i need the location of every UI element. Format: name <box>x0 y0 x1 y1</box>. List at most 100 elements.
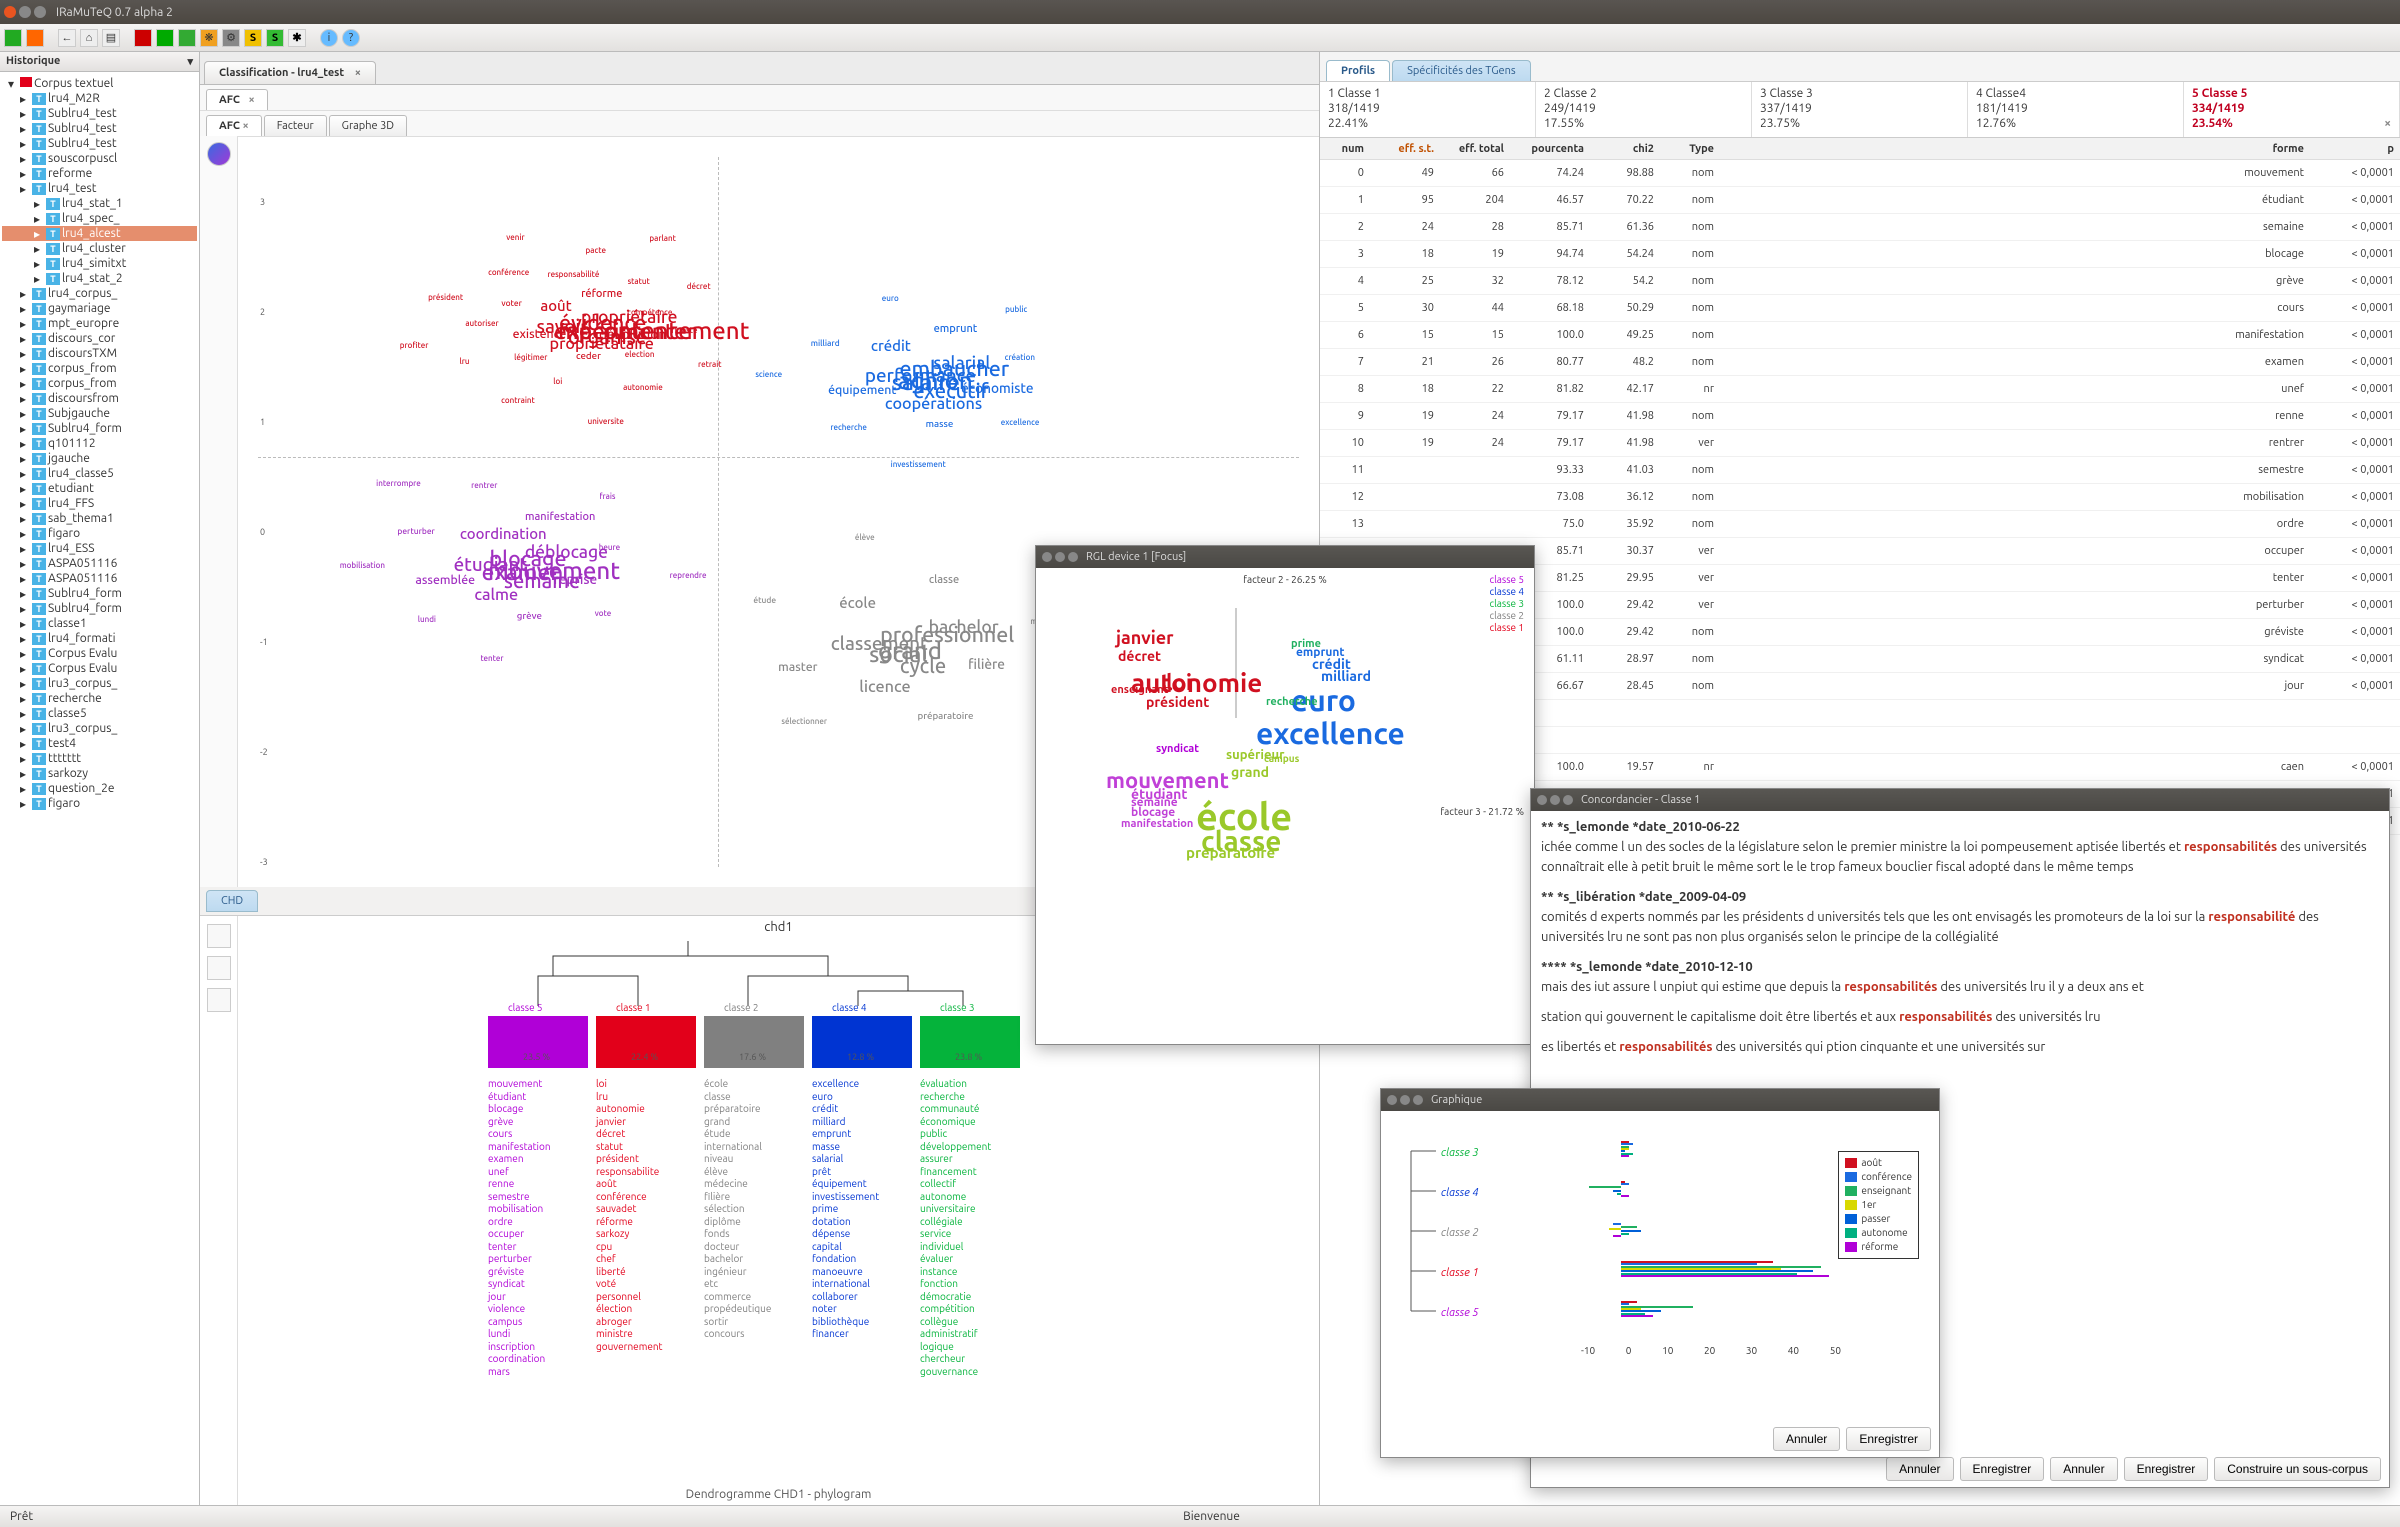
tree-item[interactable]: ▸TSublru4_test <box>2 136 197 151</box>
tree-item[interactable]: ▸Tcorpus_from <box>2 376 197 391</box>
plot-word[interactable]: euro <box>882 294 899 303</box>
bar[interactable] <box>1609 1228 1621 1230</box>
table-row[interactable]: 1193.3341.03nomsemestre< 0,0001 <box>1320 457 2400 484</box>
plot-word[interactable]: étudiant <box>454 553 527 575</box>
plot-word[interactable]: voter <box>501 298 522 308</box>
table-row[interactable]: 10192479.1741.98verrentrer< 0,0001 <box>1320 430 2400 457</box>
tab-classification[interactable]: Classification - lru4_test × <box>204 61 376 84</box>
plot-word[interactable]: retrait <box>698 360 722 369</box>
plot-word[interactable]: public <box>1005 305 1027 314</box>
plot-word[interactable]: août <box>540 297 571 314</box>
plot-word[interactable]: bachelor <box>929 618 999 637</box>
rgl-word[interactable]: décret <box>1118 648 1161 664</box>
plot-word[interactable]: coordination <box>460 525 547 542</box>
plot-word[interactable]: statut <box>628 277 650 286</box>
plot-word[interactable]: manifestation <box>525 511 595 523</box>
table-row[interactable]: 4253278.1254.2nomgrève< 0,0001 <box>1320 268 2400 295</box>
tree-item[interactable]: ▸Tetudiant <box>2 481 197 496</box>
close-icon[interactable] <box>4 6 16 18</box>
plot-word[interactable]: création <box>1005 353 1035 362</box>
tree-item[interactable]: ▸Tlru4_stat_2 <box>2 271 197 286</box>
tree-item[interactable]: ▸TCorpus Evalu <box>2 661 197 676</box>
rgl-canvas[interactable]: classe 5classe 4classe 3classe 2classe 1… <box>1036 568 1534 1044</box>
table-row[interactable]: 7212680.7748.2nomexamen< 0,0001 <box>1320 349 2400 376</box>
table-row[interactable]: 2242885.7161.36nomsemaine< 0,0001 <box>1320 214 2400 241</box>
s-icon[interactable]: S <box>244 29 262 47</box>
concord-body[interactable]: ** *s_lemonde *date_2010-06-22ichée comm… <box>1531 811 2389 1073</box>
rgl-word[interactable]: préparatoire <box>1186 844 1275 861</box>
plot-word[interactable]: assemblée <box>415 574 475 587</box>
rgl-word[interactable]: campus <box>1264 753 1299 764</box>
tree-item[interactable]: ▸Tmpt_europre <box>2 316 197 331</box>
toolbar-btn-1[interactable] <box>4 29 22 47</box>
plot-word[interactable]: masse <box>926 418 954 429</box>
class-tab[interactable]: 1 Classe 1318/141922.41% <box>1320 82 1536 137</box>
tree-item[interactable]: ▸Tlru4_corpus_ <box>2 286 197 301</box>
tree-item[interactable]: ▸Tlru4_FFS <box>2 496 197 511</box>
plot-word[interactable]: responsabilité <box>547 270 599 279</box>
afc-tab[interactable]: Facteur <box>264 115 327 136</box>
plot-word[interactable]: lundi <box>418 615 436 624</box>
rgl-word[interactable]: recherche <box>1266 696 1318 708</box>
class-tab[interactable]: 5 Classe 5334/141923.54% × <box>2184 82 2400 137</box>
plot-word[interactable]: heure <box>599 543 620 552</box>
s2-icon[interactable]: S <box>266 29 284 47</box>
table-row[interactable]: 8182281.8242.17nrunef< 0,0001 <box>1320 376 2400 403</box>
minimize-icon[interactable] <box>19 6 31 18</box>
rgl-titlebar[interactable]: RGL device 1 [Focus] <box>1036 546 1534 568</box>
subtab-afc[interactable]: AFC × <box>206 89 268 110</box>
maximize-icon[interactable] <box>34 6 46 18</box>
bar[interactable] <box>1621 1315 1653 1317</box>
class-tab[interactable]: 3 Classe 3337/141923.75% <box>1752 82 1968 137</box>
plot-word[interactable]: master <box>778 661 817 674</box>
concord-titlebar[interactable]: Concordancier - Classe 1 <box>1531 789 2389 811</box>
plot-word[interactable]: excellence <box>1001 418 1040 427</box>
panel-menu-icon[interactable]: ▾ <box>187 55 193 68</box>
chd-tab[interactable]: CHD <box>206 890 258 912</box>
plot-word[interactable]: classe <box>929 574 959 586</box>
tree-item[interactable]: ▸Tdiscours_cor <box>2 331 197 346</box>
plot-word[interactable]: salarial <box>933 354 990 373</box>
tree-item[interactable]: ▸Tcorpus_from <box>2 361 197 376</box>
rgl-word[interactable]: enseignant <box>1111 684 1168 696</box>
afc-tab[interactable]: AFC × <box>206 115 262 136</box>
concord-btn[interactable]: Annuler <box>2050 1457 2117 1481</box>
rgl-word[interactable]: prime <box>1291 638 1321 650</box>
tree-item[interactable]: ▸TSublru4_test <box>2 106 197 121</box>
plot-word[interactable]: étude <box>753 595 776 605</box>
tree-item[interactable]: ▸Tlru4_classe5 <box>2 466 197 481</box>
plot-word[interactable]: science <box>755 370 782 379</box>
tree-root[interactable]: ▾Corpus textuel <box>2 76 197 91</box>
tree-item[interactable]: ▸Tsarkozy <box>2 766 197 781</box>
bar[interactable] <box>1621 1275 1829 1277</box>
tab-close-icon[interactable]: × <box>355 67 361 79</box>
rgl-word[interactable]: syndicat <box>1156 743 1199 755</box>
plot-word[interactable]: rentrer <box>471 481 497 490</box>
tree-item[interactable]: ▸Tsouscorpuscl <box>2 151 197 166</box>
plot-word[interactable]: grève <box>517 610 542 621</box>
plot-word[interactable]: lru <box>460 357 470 366</box>
tree-item[interactable]: ▸Tlru4_stat_1 <box>2 196 197 211</box>
plot-word[interactable]: milliard <box>811 338 840 348</box>
tree-item[interactable]: ▸TCorpus Evalu <box>2 646 197 661</box>
table-row[interactable]: 0496674.2498.88nommouvement< 0,0001 <box>1320 160 2400 187</box>
rgl-word[interactable]: président <box>1146 694 1209 710</box>
plot-word[interactable]: perturber <box>397 526 434 536</box>
tree-item[interactable]: ▸Tlru4_formati <box>2 631 197 646</box>
back-icon[interactable]: ← <box>58 29 76 47</box>
plot-word[interactable]: interrompre <box>376 479 421 488</box>
tree-item[interactable]: ▸Tq101112 <box>2 436 197 451</box>
plot-word[interactable]: ceder <box>576 350 601 361</box>
chd-tool-3[interactable] <box>207 988 231 1012</box>
tree-item[interactable]: ▸Tdiscoursfrom <box>2 391 197 406</box>
plot-word[interactable]: préparatoire <box>918 710 974 721</box>
chd-tool-1[interactable] <box>207 924 231 948</box>
tree-item[interactable]: ▸Tlru3_corpus_ <box>2 721 197 736</box>
tree-item[interactable]: ▸TSublru4_form <box>2 421 197 436</box>
warn-icon[interactable]: ❋ <box>200 29 218 47</box>
afc-tab[interactable]: Graphe 3D <box>329 115 407 136</box>
tree-item[interactable]: ▸Tjgauche <box>2 451 197 466</box>
info-icon[interactable]: i <box>320 29 338 47</box>
tree-item[interactable]: ▸Tlru4_alcest <box>2 226 197 241</box>
class-tab[interactable]: 2 Classe 2249/141917.55% <box>1536 82 1752 137</box>
